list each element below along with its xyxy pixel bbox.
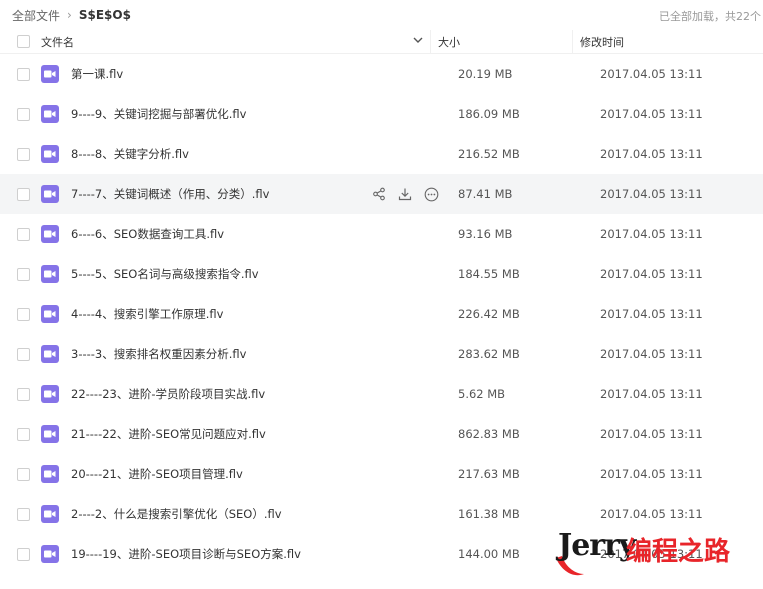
- file-size: 184.55 MB: [458, 267, 520, 281]
- file-size: 144.00 MB: [458, 547, 520, 561]
- file-size: 283.62 MB: [458, 347, 520, 361]
- table-row[interactable]: 第一课.flv 20.19 MB 2017.04.05 13:11: [0, 54, 763, 94]
- row-actions: [370, 185, 440, 203]
- file-size: 217.63 MB: [458, 467, 520, 481]
- file-modified-time: 2017.04.05 13:11: [600, 507, 703, 521]
- row-checkbox[interactable]: [17, 187, 30, 201]
- file-modified-time: 2017.04.05 13:11: [600, 187, 703, 201]
- file-name-link[interactable]: 2----2、什么是搜索引擎优化（SEO）.flv: [71, 506, 361, 522]
- video-file-icon: [41, 305, 59, 323]
- file-size: 226.42 MB: [458, 307, 520, 321]
- table-row[interactable]: 9----9、关键词挖掘与部署优化.flv 186.09 MB 2017.04.05…: [0, 94, 763, 134]
- file-name-link[interactable]: 19----19、进阶-SEO项目诊断与SEO方案.flv: [71, 546, 361, 562]
- row-checkbox[interactable]: [17, 267, 30, 281]
- file-modified-time: 2017.04.05 13:11: [600, 307, 703, 321]
- column-header-modified[interactable]: 修改时间: [573, 34, 624, 50]
- table-row[interactable]: 22----23、进阶-学员阶段项目实战.flv 5.62 MB 2017.04.0…: [0, 374, 763, 414]
- more-icon[interactable]: [422, 185, 440, 203]
- file-modified-time: 2017.04.05 13:11: [600, 227, 703, 241]
- row-checkbox[interactable]: [17, 547, 30, 561]
- row-checkbox[interactable]: [17, 427, 30, 441]
- table-header: 文件名 大小 修改时间: [0, 29, 763, 54]
- file-name-link[interactable]: 4----4、搜索引擎工作原理.flv: [71, 306, 361, 322]
- watermark-logo: Jerry 编程之路: [554, 528, 759, 576]
- row-checkbox[interactable]: [17, 467, 30, 481]
- share-icon[interactable]: [370, 185, 388, 203]
- table-row[interactable]: 5----5、SEO名词与高级搜索指令.flv 184.55 MB 2017.04.…: [0, 254, 763, 294]
- table-row[interactable]: 4----4、搜索引擎工作原理.flv 226.42 MB 2017.04.05 1…: [0, 294, 763, 334]
- column-header-size-label: 大小: [438, 35, 460, 49]
- file-size: 216.52 MB: [458, 147, 520, 161]
- load-status-text: 已全部加载，共22个: [659, 10, 761, 23]
- breadcrumb: 全部文件 › S$E$O$ 已全部加载，共22个: [0, 0, 763, 30]
- file-name-link[interactable]: 20----21、进阶-SEO项目管理.flv: [71, 466, 361, 482]
- row-checkbox[interactable]: [17, 227, 30, 241]
- table-row[interactable]: 21----22、进阶-SEO常见问题应对.flv 862.83 MB 2017.0…: [0, 414, 763, 454]
- table-row[interactable]: 20----21、进阶-SEO项目管理.flv 217.63 MB 2017.04.…: [0, 454, 763, 494]
- video-file-icon: [41, 545, 59, 563]
- file-name-link[interactable]: 3----3、搜索排名权重因素分析.flv: [71, 346, 361, 362]
- file-modified-time: 2017.04.05 13:11: [600, 467, 703, 481]
- select-all-checkbox[interactable]: [17, 35, 30, 48]
- video-file-icon: [41, 225, 59, 243]
- column-header-size[interactable]: 大小: [431, 29, 573, 54]
- breadcrumb-current-folder: S$E$O$: [78, 8, 131, 22]
- file-name-link[interactable]: 21----22、进阶-SEO常见问题应对.flv: [71, 426, 361, 442]
- download-icon[interactable]: [396, 185, 414, 203]
- file-name-link[interactable]: 7----7、关键词概述（作用、分类）.flv: [71, 186, 361, 202]
- file-name-link[interactable]: 8----8、关键字分析.flv: [71, 146, 361, 162]
- file-modified-time: 2017.04.05 13:11: [600, 107, 703, 121]
- file-modified-time: 2017.04.05 13:11: [600, 267, 703, 281]
- file-size: 87.41 MB: [458, 187, 513, 201]
- video-file-icon: [41, 345, 59, 363]
- column-header-modified-label: 修改时间: [580, 35, 624, 49]
- breadcrumb-root-link[interactable]: 全部文件: [12, 7, 60, 24]
- row-checkbox[interactable]: [17, 347, 30, 361]
- table-row[interactable]: 6----6、SEO数据查询工具.flv 93.16 MB 2017.04.05 1…: [0, 214, 763, 254]
- row-checkbox[interactable]: [17, 387, 30, 401]
- video-file-icon: [41, 105, 59, 123]
- file-list: 第一课.flv 20.19 MB 2017.04.05 13:11 9----9、关键…: [0, 54, 763, 574]
- table-row[interactable]: 7----7、关键词概述（作用、分类）.flv 87.41 MB 2017.04.0…: [0, 174, 763, 214]
- file-name-link[interactable]: 5----5、SEO名词与高级搜索指令.flv: [71, 266, 361, 282]
- video-file-icon: [41, 185, 59, 203]
- file-size: 93.16 MB: [458, 227, 513, 241]
- file-modified-time: 2017.04.05 13:11: [600, 347, 703, 361]
- row-checkbox[interactable]: [17, 307, 30, 321]
- watermark-brand: Jerry: [558, 528, 636, 563]
- row-checkbox[interactable]: [17, 107, 30, 121]
- file-name-link[interactable]: 第一课.flv: [71, 66, 361, 82]
- video-file-icon: [41, 65, 59, 83]
- row-checkbox[interactable]: [17, 147, 30, 161]
- file-name-link[interactable]: 6----6、SEO数据查询工具.flv: [71, 226, 361, 242]
- video-file-icon: [41, 385, 59, 403]
- file-name-link[interactable]: 22----23、进阶-学员阶段项目实战.flv: [71, 386, 361, 402]
- video-file-icon: [41, 465, 59, 483]
- watermark-text: 编程之路: [626, 537, 731, 567]
- column-header-name-label: 文件名: [41, 35, 74, 49]
- file-name-link[interactable]: 9----9、关键词挖掘与部署优化.flv: [71, 106, 361, 122]
- video-file-icon: [41, 265, 59, 283]
- file-modified-time: 2017.04.05 13:11: [600, 67, 703, 81]
- file-modified-time: 2017.04.05 13:11: [600, 387, 703, 401]
- chevron-down-icon[interactable]: [412, 34, 424, 49]
- row-checkbox[interactable]: [17, 67, 30, 81]
- file-size: 186.09 MB: [458, 107, 520, 121]
- file-size: 20.19 MB: [458, 67, 513, 81]
- breadcrumb-separator-icon: ›: [67, 8, 72, 22]
- file-size: 862.83 MB: [458, 427, 520, 441]
- file-size: 5.62 MB: [458, 387, 506, 401]
- row-checkbox[interactable]: [17, 507, 30, 521]
- file-modified-time: 2017.04.05 13:11: [600, 147, 703, 161]
- table-row[interactable]: 3----3、搜索排名权重因素分析.flv 283.62 MB 2017.04.05…: [0, 334, 763, 374]
- video-file-icon: [41, 505, 59, 523]
- video-file-icon: [41, 145, 59, 163]
- table-row[interactable]: 8----8、关键字分析.flv 216.52 MB 2017.04.05 13:1…: [0, 134, 763, 174]
- video-file-icon: [41, 425, 59, 443]
- file-size: 161.38 MB: [458, 507, 520, 521]
- column-header-name[interactable]: 文件名: [41, 29, 431, 54]
- file-modified-time: 2017.04.05 13:11: [600, 427, 703, 441]
